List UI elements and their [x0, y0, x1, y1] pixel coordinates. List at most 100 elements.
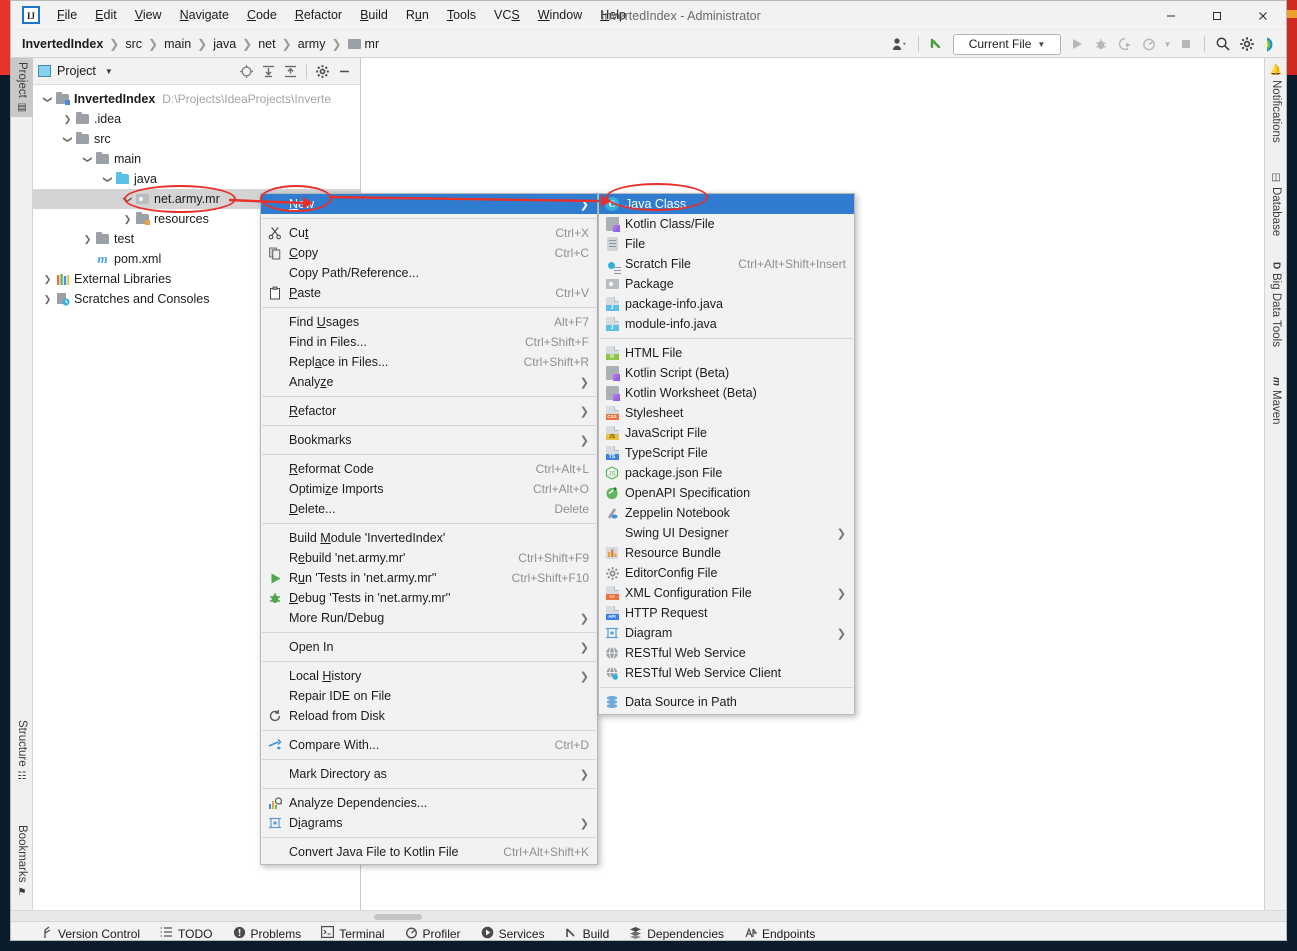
sidebar-item-project[interactable]: Project ▤ — [11, 58, 33, 117]
menu-item-mark-directory-as[interactable]: Mark Directory as ❯ — [261, 764, 597, 784]
horizontal-scrollbar[interactable] — [11, 910, 1286, 921]
minimize-button[interactable] — [1148, 1, 1194, 30]
sidebar-item-big-data-tools[interactable]: D Big Data Tools — [1265, 258, 1286, 351]
search-everywhere-icon[interactable] — [1212, 33, 1234, 55]
tree-node-java[interactable]: ❯ java — [33, 169, 360, 189]
run-with-coverage-icon[interactable] — [1114, 33, 1136, 55]
maximize-button[interactable] — [1194, 1, 1240, 30]
menu-item-analyze[interactable]: Analyze ❯ — [261, 372, 597, 392]
breadcrumb-item-src[interactable]: src — [125, 37, 142, 51]
breadcrumb-item-invertedindex[interactable]: InvertedIndex — [22, 37, 103, 51]
chevron-right-icon[interactable]: ❯ — [41, 274, 54, 285]
menu-item-zeppelin-notebook[interactable]: Zeppelin Notebook — [599, 503, 854, 523]
sidebar-item-structure[interactable]: Structure ☷ — [11, 716, 33, 786]
menu-item-paste[interactable]: Paste Ctrl+V — [261, 283, 597, 303]
tree-node-invertedindex[interactable]: ❯ InvertedIndex D:\Projects\IdeaProjects\I… — [33, 89, 360, 109]
profiler-icon[interactable] — [1138, 33, 1160, 55]
sidebar-item-maven[interactable]: m Maven — [1265, 373, 1286, 428]
close-button[interactable] — [1240, 1, 1286, 30]
menu-item-repair-ide-on-file[interactable]: Repair IDE on File — [261, 686, 597, 706]
menu-item-refactor[interactable]: Refactor ❯ — [261, 401, 597, 421]
menu-item-diagram[interactable]: Diagram ❯ — [599, 623, 854, 643]
sidebar-item-database[interactable]: ◫ Database — [1265, 168, 1286, 240]
menu-item-kotlin-class-file[interactable]: Kotlin Class/File — [599, 214, 854, 234]
run-configuration-selector[interactable]: Current File ▼ — [953, 33, 1061, 55]
menu-run[interactable]: Run — [397, 3, 438, 27]
tree-node--idea[interactable]: ❯ .idea — [33, 109, 360, 129]
menu-item-kotlin-worksheet-beta[interactable]: Kotlin Worksheet (Beta) — [599, 383, 854, 403]
menu-item-convert-java-file-to-kotlin-file[interactable]: Convert Java File to Kotlin File Ctrl+Alt… — [261, 842, 597, 862]
bottom-tab-endpoints[interactable]: Endpoints — [744, 926, 815, 940]
menu-item-resource-bundle[interactable]: Resource Bundle — [599, 543, 854, 563]
menu-item-build-module-invertedindex[interactable]: Build Module 'InvertedIndex' — [261, 528, 597, 548]
settings-gear-icon-project[interactable] — [312, 61, 333, 82]
user-avatar-icon[interactable] — [889, 33, 911, 55]
bottom-tab-terminal[interactable]: Terminal — [321, 926, 385, 940]
chevron-down-icon[interactable]: ❯ — [62, 133, 73, 146]
stop-icon[interactable] — [1175, 33, 1197, 55]
sidebar-item-notifications[interactable]: 🔔 Notifications — [1265, 60, 1286, 147]
chevron-right-icon[interactable]: ❯ — [121, 214, 134, 225]
chevron-right-icon[interactable]: ❯ — [61, 114, 74, 125]
menu-item-scratch-file[interactable]: Scratch File Ctrl+Alt+Shift+Insert — [599, 254, 854, 274]
bottom-tab-problems[interactable]: Problems — [233, 926, 301, 940]
menu-item-package[interactable]: Package — [599, 274, 854, 294]
menu-item-xml-configuration-file[interactable]: <> XML Configuration File ❯ — [599, 583, 854, 603]
menu-view[interactable]: View — [126, 3, 171, 27]
chevron-down-icon[interactable]: ❯ — [122, 193, 133, 206]
context-menu[interactable]: New ❯ Cut Ctrl+X Copy Ctrl+C Copy Path/Referen… — [260, 193, 598, 865]
menu-refactor[interactable]: Refactor — [286, 3, 351, 27]
menu-item-swing-ui-designer[interactable]: Swing UI Designer ❯ — [599, 523, 854, 543]
tree-node-src[interactable]: ❯ src — [33, 129, 360, 149]
menu-item-compare-with[interactable]: Compare With... Ctrl+D — [261, 735, 597, 755]
menu-item-typescript-file[interactable]: TS TypeScript File — [599, 443, 854, 463]
menu-item-new[interactable]: New ❯ — [261, 194, 597, 214]
menu-item-file[interactable]: File — [599, 234, 854, 254]
run-icon[interactable] — [1066, 33, 1088, 55]
tree-node-main[interactable]: ❯ main — [33, 149, 360, 169]
menu-item-bookmarks[interactable]: Bookmarks ❯ — [261, 430, 597, 450]
bottom-tab-services[interactable]: Services — [481, 926, 545, 940]
menu-item-debug-tests-in-net-army-mr[interactable]: Debug 'Tests in 'net.army.mr'' — [261, 588, 597, 608]
menu-item-data-source-in-path[interactable]: Data Source in Path — [599, 692, 854, 712]
menu-item-local-history[interactable]: Local History ❯ — [261, 666, 597, 686]
locate-icon[interactable] — [236, 61, 257, 82]
new-submenu[interactable]: C Java Class Kotlin Class/File File Scratch … — [598, 193, 855, 715]
menu-item-copy-path-reference[interactable]: Copy Path/Reference... — [261, 263, 597, 283]
menu-item-find-in-files[interactable]: Find in Files... Ctrl+Shift+F — [261, 332, 597, 352]
sidebar-item-bookmarks[interactable]: Bookmarks ⚑ — [11, 821, 33, 902]
menu-item-module-info-java[interactable]: Jmodule-info.java — [599, 314, 854, 334]
ide-assistant-icon[interactable] — [1260, 33, 1282, 55]
bottom-tab-version-control[interactable]: Version Control — [41, 925, 140, 940]
chevron-right-icon[interactable]: ❯ — [81, 234, 94, 245]
menu-vcs[interactable]: VCS — [485, 3, 529, 27]
menu-build[interactable]: Build — [351, 3, 397, 27]
bottom-tab-build[interactable]: Build — [565, 926, 609, 940]
menu-item-run-tests-in-net-army-mr[interactable]: Run 'Tests in 'net.army.mr'' Ctrl+Shift+F… — [261, 568, 597, 588]
breadcrumb-item-army[interactable]: army — [298, 37, 326, 51]
bottom-tab-profiler[interactable]: Profiler — [405, 926, 461, 940]
menu-navigate[interactable]: Navigate — [171, 3, 238, 27]
menu-item-http-request[interactable]: API HTTP Request — [599, 603, 854, 623]
bottom-tab-dependencies[interactable]: Dependencies — [629, 926, 724, 940]
menu-item-editorconfig-file[interactable]: EditorConfig File — [599, 563, 854, 583]
chevron-down-icon[interactable]: ❯ — [82, 153, 93, 166]
menu-item-rebuild-net-army-mr[interactable]: Rebuild 'net.army.mr' Ctrl+Shift+F9 — [261, 548, 597, 568]
menu-item-reformat-code[interactable]: Reformat Code Ctrl+Alt+L — [261, 459, 597, 479]
menu-item-copy[interactable]: Copy Ctrl+C — [261, 243, 597, 263]
chevron-down-icon[interactable]: ❯ — [42, 93, 53, 106]
menu-item-analyze-dependencies[interactable]: Analyze Dependencies... — [261, 793, 597, 813]
breadcrumb-item-net[interactable]: net — [258, 37, 275, 51]
breadcrumb-item-mr[interactable]: mr — [347, 37, 379, 51]
scrollbar-thumb[interactable] — [374, 914, 422, 920]
menu-item-package-json-file[interactable]: JS package.json File — [599, 463, 854, 483]
updates-arrow-icon[interactable] — [926, 33, 948, 55]
debug-icon[interactable] — [1090, 33, 1112, 55]
bottom-tab-todo[interactable]: TODO — [160, 926, 213, 940]
menu-item-html-file[interactable]: H HTML File — [599, 343, 854, 363]
menu-item-cut[interactable]: Cut Ctrl+X — [261, 223, 597, 243]
menu-file[interactable]: File — [48, 3, 86, 27]
menu-item-restful-web-service-client[interactable]: RESTful Web Service Client — [599, 663, 854, 683]
hide-window-icon[interactable] — [334, 61, 355, 82]
menu-item-more-run-debug[interactable]: More Run/Debug ❯ — [261, 608, 597, 628]
